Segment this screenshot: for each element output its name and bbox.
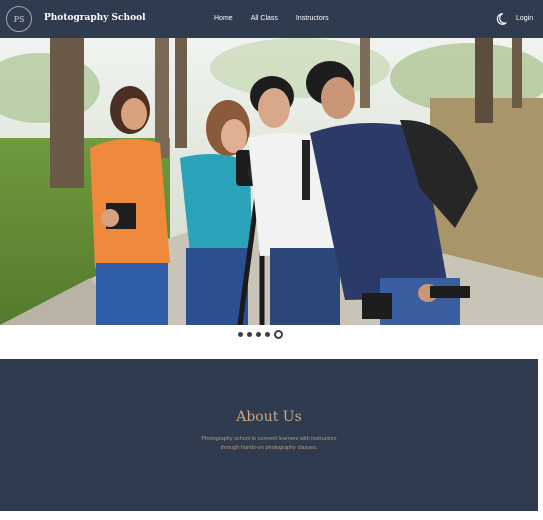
carousel-dot-1[interactable] [238,332,243,337]
nav-instructors[interactable]: Instructors [296,15,329,22]
about-section: About Us Photography school to connect l… [0,359,538,511]
main-nav: Home All Class Instructors [214,15,329,22]
brand-name[interactable]: Photography School [44,13,146,23]
carousel-dot-3[interactable] [256,332,261,337]
nav-all-class[interactable]: All Class [251,15,278,22]
carousel-dot-5[interactable] [274,330,283,339]
carousel-dot-2[interactable] [247,332,252,337]
logo[interactable]: PS [6,6,32,32]
page: PS Photography School Home All Class Ins… [0,0,543,520]
moon-icon [496,13,507,25]
nav-home[interactable]: Home [214,15,233,22]
login-link[interactable]: Login [516,15,533,22]
theme-toggle-button[interactable] [492,10,510,28]
about-title: About Us [236,409,302,425]
hero-photo [0,38,543,325]
site-header: PS Photography School Home All Class Ins… [0,0,543,38]
hero-carousel[interactable] [0,38,543,325]
about-text: Photography school to connect learners w… [201,436,337,451]
carousel-indicators [238,330,283,339]
carousel-dot-4[interactable] [265,332,270,337]
